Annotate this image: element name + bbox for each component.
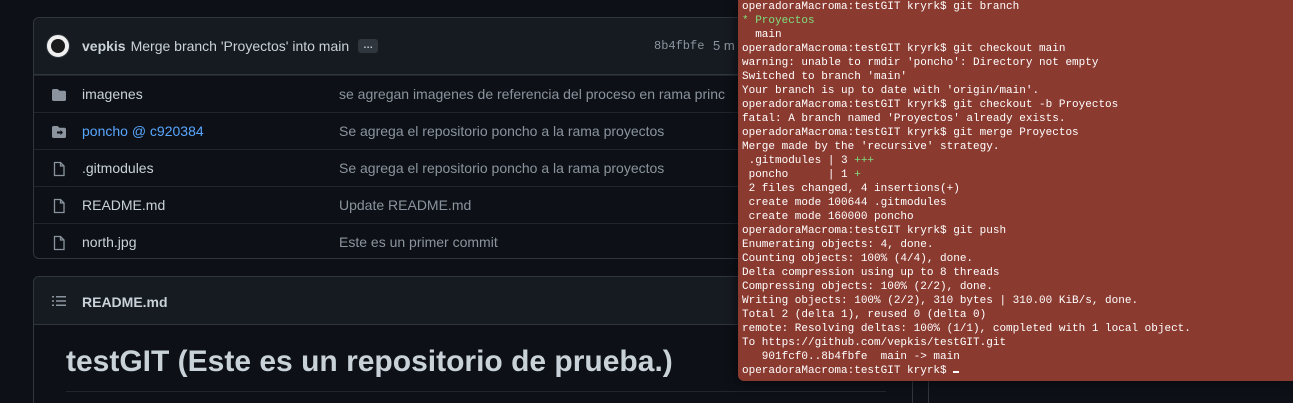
avatar[interactable] <box>46 34 70 58</box>
file-commit-message[interactable]: Se agrega el repositorio poncho a la ram… <box>339 160 664 176</box>
file-commit-message[interactable]: Update README.md <box>339 197 471 213</box>
terminal-line: Compressing objects: 100% (2/2), done. <box>742 281 993 293</box>
terminal-window[interactable]: operadoraMacroma:testGIT kryrk$ git bran… <box>738 0 1293 381</box>
file-name[interactable]: .gitmodules <box>82 160 154 176</box>
heading-divider <box>66 391 886 392</box>
file-icon <box>53 198 65 214</box>
terminal-line: Enumerating objects: 4, done. <box>742 239 934 251</box>
terminal-cursor <box>953 371 960 373</box>
terminal-line: create mode 160000 poncho <box>742 211 914 223</box>
terminal-line: To https://github.com/vepkis/testGIT.git <box>742 337 1007 349</box>
readme-title[interactable]: README.md <box>82 294 168 310</box>
commit-time: 5 m <box>713 38 735 53</box>
file-icon <box>53 161 65 177</box>
terminal-line: * Proyectos <box>742 15 815 27</box>
file-commit-message[interactable]: se agregan imagenes de referencia del pr… <box>339 86 725 102</box>
terminal-line: .gitmodules | 3 +++ <box>742 154 1293 168</box>
commit-hash[interactable]: 8b4fbfe <box>654 39 704 53</box>
commit-message[interactable]: Merge branch 'Proyectos' into main <box>131 38 350 54</box>
file-name[interactable]: imagenes <box>82 86 143 102</box>
terminal-line: Counting objects: 100% (4/4), done. <box>742 253 974 265</box>
terminal-line: warning: unable to rmdir 'poncho': Direc… <box>742 57 1099 69</box>
diff-plus-marks: + <box>854 169 861 181</box>
commit-expand-button[interactable]: … <box>358 39 379 53</box>
terminal-line: remote: Resolving deltas: 100% (1/1), co… <box>742 323 1191 335</box>
terminal-line: operadoraMacroma:testGIT kryrk$ git chec… <box>742 43 1066 55</box>
terminal-line: Switched to branch 'main' <box>742 71 908 83</box>
file-icon <box>53 235 65 251</box>
submodule-folder-icon <box>52 126 66 138</box>
terminal-line: Writing objects: 100% (2/2), 310 bytes |… <box>742 295 1139 307</box>
terminal-line: Total 2 (delta 1), reused 0 (delta 0) <box>742 309 987 321</box>
terminal-line: poncho | 1 + <box>742 168 1293 182</box>
diff-plus-marks: +++ <box>854 155 875 167</box>
terminal-line: Delta compression using up to 8 threads <box>742 267 1000 279</box>
folder-icon <box>52 89 66 101</box>
terminal-line: operadoraMacroma:testGIT kryrk$ git bran… <box>742 1 1020 13</box>
file-name[interactable]: README.md <box>82 197 165 213</box>
terminal-prompt-line[interactable]: operadoraMacroma:testGIT kryrk$ <box>742 364 1293 378</box>
list-icon[interactable] <box>51 293 67 309</box>
terminal-line: fatal: A branch named 'Proyectos' alread… <box>742 113 1066 125</box>
readme-heading: testGIT (Este es un repositorio de prueb… <box>66 345 673 378</box>
terminal-line: operadoraMacroma:testGIT kryrk$ git chec… <box>742 99 1119 111</box>
terminal-line: Merge made by the 'recursive' strategy. <box>742 141 1000 153</box>
terminal-prompt: operadoraMacroma:testGIT kryrk$ <box>742 365 954 377</box>
commit-author[interactable]: vepkis <box>82 38 126 54</box>
terminal-line: 901fcf0..8b4fbfe main -> main <box>742 351 960 363</box>
terminal-line: Your branch is up to date with 'origin/m… <box>742 85 1040 97</box>
submodule-link[interactable]: poncho @ c920384 <box>82 123 204 139</box>
terminal-line: 2 files changed, 4 insertions(+) <box>742 183 960 195</box>
terminal-line: operadoraMacroma:testGIT kryrk$ git merg… <box>742 127 1079 139</box>
terminal-line: main <box>742 29 782 41</box>
file-name[interactable]: north.jpg <box>82 234 136 250</box>
terminal-line: create mode 100644 .gitmodules <box>742 197 947 209</box>
terminal-line: operadoraMacroma:testGIT kryrk$ git push <box>742 225 1007 237</box>
terminal-text: poncho | 1 <box>742 169 855 181</box>
file-commit-message[interactable]: Se agrega el repositorio poncho a la ram… <box>339 123 664 139</box>
file-commit-message[interactable]: Este es un primer commit <box>339 234 498 250</box>
terminal-text: .gitmodules | 3 <box>742 155 855 167</box>
